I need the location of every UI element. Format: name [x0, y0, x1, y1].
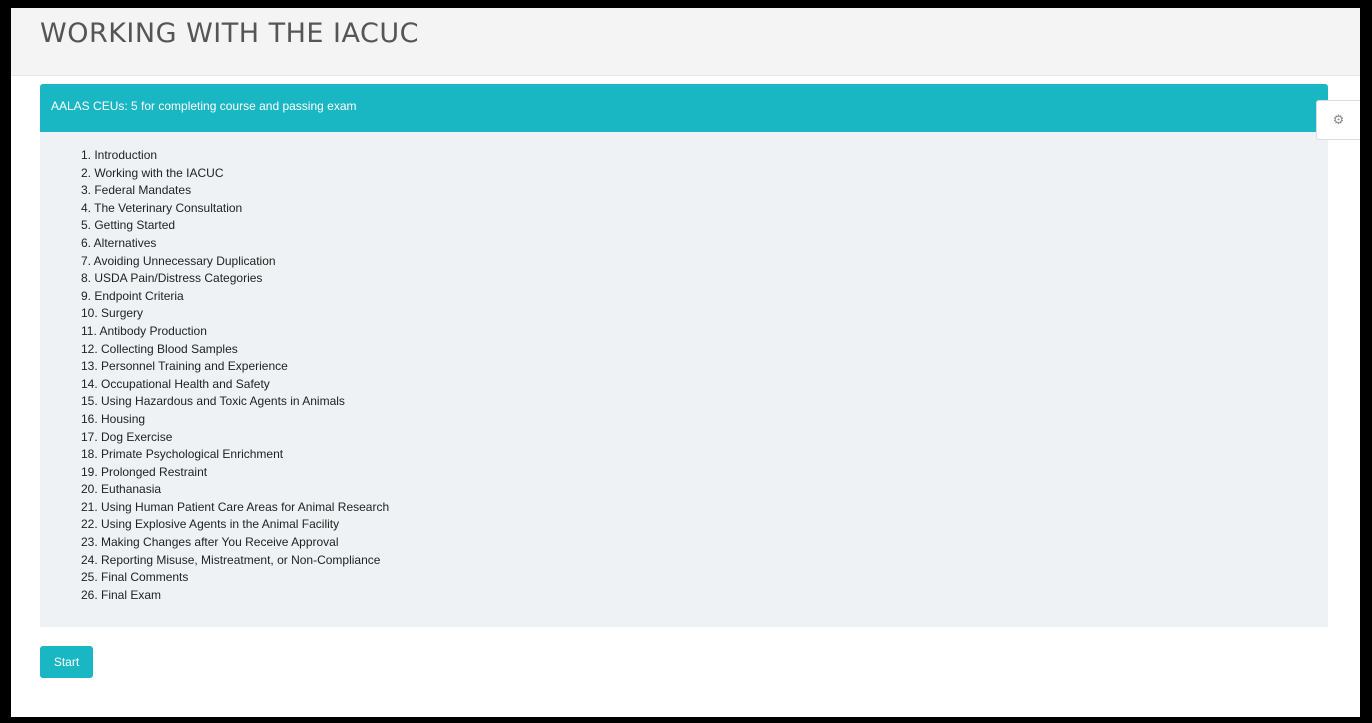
course-page: WORKING WITH THE IACUC AALAS CEUs: 5 for…	[11, 8, 1360, 717]
module-list-item: 12. Collecting Blood Samples	[81, 341, 238, 356]
module-list-item: 25. Final Comments	[81, 570, 189, 585]
module-list-item: 24. Reporting Misuse, Mistreatment, or N…	[81, 552, 381, 567]
module-list-item: 4. The Veterinary Consultation	[81, 200, 243, 215]
module-list-item: 2. Working with the IACUC	[81, 165, 224, 180]
module-list-item: 17. Dog Exercise	[81, 429, 173, 444]
module-list: 1. Introduction 2. Working with the IACUC…	[81, 147, 389, 604]
course-outline-panel: AALAS CEUs: 5 for completing course and …	[40, 84, 1328, 627]
module-list-item: 20. Euthanasia	[81, 482, 162, 497]
module-list-item: 10. Surgery	[81, 306, 144, 321]
panel-heading: AALAS CEUs: 5 for completing course and …	[40, 84, 1328, 132]
page-header: WORKING WITH THE IACUC	[11, 8, 1360, 76]
ceu-info-text: AALAS CEUs: 5 for completing course and …	[51, 99, 357, 113]
module-list-item: 6. Alternatives	[81, 235, 157, 250]
module-list-item: 26. Final Exam	[81, 587, 162, 602]
module-list-item: 21. Using Human Patient Care Areas for A…	[81, 499, 390, 514]
page-title: WORKING WITH THE IACUC	[40, 18, 419, 49]
module-list-item: 19. Prolonged Restraint	[81, 464, 208, 479]
module-list-item: 14. Occupational Health and Safety	[81, 376, 270, 391]
module-list-item: 3. Federal Mandates	[81, 183, 192, 198]
module-list-item: 1. Introduction	[81, 148, 158, 162]
gear-icon: ⚙	[1332, 112, 1345, 128]
module-list-item: 15. Using Hazardous and Toxic Agents in …	[81, 394, 345, 409]
module-list-item: 5. Getting Started	[81, 218, 176, 233]
module-list-item: 7. Avoiding Unnecessary Duplication	[81, 253, 276, 268]
settings-button[interactable]: ⚙	[1316, 100, 1360, 140]
module-list-item: 16. Housing	[81, 411, 146, 426]
module-list-item: 13. Personnel Training and Experience	[81, 359, 288, 374]
module-list-item: 18. Primate Psychological Enrichment	[81, 447, 284, 462]
module-list-item: 22. Using Explosive Agents in the Animal…	[81, 517, 340, 532]
start-button[interactable]: Start	[40, 646, 93, 678]
module-list-item: 8. USDA Pain/Distress Categories	[81, 271, 263, 286]
module-list-item: 9. Endpoint Criteria	[81, 288, 184, 303]
module-list-item: 23. Making Changes after You Receive App…	[81, 535, 339, 550]
module-list-item: 11. Antibody Production	[81, 323, 207, 338]
